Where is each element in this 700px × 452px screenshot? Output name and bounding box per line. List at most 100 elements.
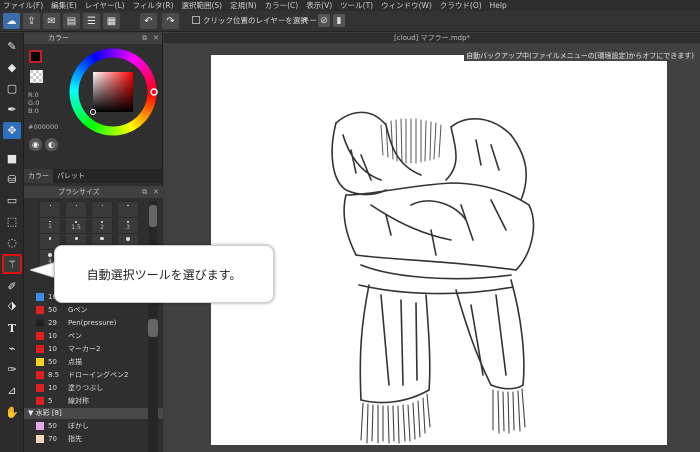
brush-size-value: 2 <box>100 223 104 231</box>
brush-list-item[interactable]: 70 指先 <box>36 433 146 445</box>
toolbar: ☁ ⇪ ✉ ▤ ☰ ▦ ↶ ↷ クリック位置のレイヤーを選択 キー ⊘ ▮ <box>0 11 700 32</box>
brush-size-title: ブラシサイズ <box>58 188 100 196</box>
chat-icon[interactable]: ✉ <box>43 13 60 29</box>
bucket-icon[interactable]: ⛁ <box>3 171 21 188</box>
move-icon[interactable]: ✥ <box>3 122 21 139</box>
brush-list-item[interactable]: 8.5 ドローイングペン2 <box>36 369 146 381</box>
menu-help[interactable]: Help <box>487 0 512 11</box>
close-icon[interactable]: ✕ <box>153 187 159 198</box>
brush-list-item[interactable]: 29 Pen(pressure) <box>36 317 146 329</box>
toggle-icon[interactable]: ▮ <box>333 14 345 27</box>
popout-icon[interactable]: ⧉ <box>142 187 147 198</box>
canvas-area: [cloud] マフラー.mdp* 自動バックアップ中(ファイルメニューの[環境… <box>164 33 700 452</box>
menu-color[interactable]: カラー(C) <box>262 0 304 11</box>
document-tab[interactable]: [cloud] マフラー.mdp* <box>164 33 700 43</box>
brush-name-label: Gペン <box>68 306 88 314</box>
palette-icon[interactable]: ◉ <box>29 138 42 151</box>
brush-list-item[interactable]: 10 マーカー2 <box>36 343 146 355</box>
background-color-swatch[interactable] <box>30 70 43 83</box>
brush-color-swatch <box>36 293 44 301</box>
brush-list-item[interactable]: 50 Gペン <box>36 304 146 316</box>
magic-wand-icon[interactable]: ⚚ <box>2 254 22 274</box>
text-icon[interactable]: T <box>3 320 21 337</box>
pen-icon[interactable]: ✒ <box>3 101 21 118</box>
select-pen-icon[interactable]: ✐ <box>3 278 21 295</box>
click-select-checkbox[interactable] <box>192 16 200 24</box>
key-label: キー <box>302 16 317 25</box>
menu-tool[interactable]: ツール(T) <box>337 0 378 11</box>
swap-icon[interactable]: ◐ <box>45 138 58 151</box>
brush-size-label: 50 <box>48 422 57 430</box>
scarf-sketch <box>331 111 535 444</box>
brush-group-header[interactable]: ▼ 水彩 [8] <box>24 408 163 419</box>
lasso-pointer-icon[interactable]: ⌁ <box>3 340 21 357</box>
brush-name-label: マーカー2 <box>68 345 101 353</box>
tool-palette: ✎ ◆ ▢ ✒ ✥ ■ ⛁ ▭ ⬚ ◌ ⚚ ✐ ⬗ T ⌁ ✑ ⊿ ✋ <box>0 33 24 452</box>
menu-file[interactable]: ファイル(F) <box>0 0 48 11</box>
brush-name-label: 線対称 <box>68 397 89 405</box>
brush-color-swatch <box>36 332 44 340</box>
brush-list-item[interactable]: 10 塗りつぶし <box>36 382 146 394</box>
brush-list-scrollbar[interactable] <box>148 279 158 452</box>
brush-color-swatch <box>36 319 44 327</box>
green-value: G:0 <box>28 99 40 107</box>
brush-color-swatch <box>36 422 44 430</box>
fill-rect-icon[interactable]: ■ <box>3 150 21 167</box>
brush-color-swatch <box>36 435 44 443</box>
menu-bar: ファイル(F) 編集(E) レイヤー(L) フィルタ(R) 選択範囲(S) 定規… <box>0 0 700 11</box>
brush-list-item[interactable]: 50 点描 <box>36 356 146 368</box>
tab-palette[interactable]: パレット <box>53 169 89 183</box>
autosave-notice: 自動バックアップ中(ファイルメニューの[環境設定]からオフにできます) <box>464 51 696 61</box>
menu-window[interactable]: ウィンドウ(W) <box>378 0 437 11</box>
select-eraser-icon[interactable]: ⬗ <box>3 297 21 314</box>
red-value: R:0 <box>28 91 39 99</box>
menu-cloud[interactable]: クラウド(O) <box>437 0 487 11</box>
select-rect-icon[interactable]: ▢ <box>3 80 21 97</box>
brush-list-item[interactable]: 10 ペン <box>36 330 146 342</box>
color-panel: カラー ⧉ ✕ R:0 G:0 B:0 #000000 ◉ ◐ カラー パレット <box>24 33 163 186</box>
color-panel-header: カラー ⧉ ✕ <box>24 33 162 44</box>
brush-color-swatch <box>36 384 44 392</box>
menu-view[interactable]: 表示(V) <box>303 0 337 11</box>
foreground-color-swatch[interactable] <box>29 50 42 63</box>
close-icon[interactable]: ✕ <box>153 33 159 44</box>
eraser-icon[interactable]: ◆ <box>3 59 21 76</box>
color-wheel[interactable] <box>67 46 159 138</box>
brush-size-header: ブラシサイズ ⧉ ✕ <box>24 187 163 198</box>
no-entry-icon[interactable]: ⊘ <box>318 14 330 27</box>
hand-pan-icon[interactable]: ✋ <box>3 404 21 421</box>
popout-icon[interactable]: ⧉ <box>142 33 147 44</box>
brush-name-label: 指先 <box>68 435 82 443</box>
brush-list-item[interactable]: 50 ぼかし <box>36 420 146 432</box>
eyedropper-icon[interactable]: ✑ <box>3 361 21 378</box>
brush-size-value: 3 <box>126 224 130 232</box>
eyedropper-alt-icon[interactable]: ⊿ <box>3 382 21 399</box>
brush-name-label: Pen(pressure) <box>68 319 117 327</box>
grid-icon[interactable]: ▦ <box>103 13 120 29</box>
share-icon[interactable]: ⇪ <box>23 13 40 29</box>
instruction-callout: 自動選択ツールを選びます。 <box>54 245 274 303</box>
tab-color[interactable]: カラー <box>24 169 53 183</box>
brush-size-label: 10 <box>48 384 57 392</box>
brush-color-swatch <box>36 306 44 314</box>
menu-filter[interactable]: フィルタ(R) <box>130 0 179 11</box>
brush-size-label: 50 <box>48 306 57 314</box>
cloud-icon[interactable]: ☁ <box>3 13 20 29</box>
menu-edit[interactable]: 編集(E) <box>48 0 82 11</box>
click-select-label: クリック位置のレイヤーを選択 <box>203 16 308 25</box>
brush-list-item[interactable]: 5 線対称 <box>36 395 146 407</box>
lasso-icon[interactable]: ⬚ <box>3 213 21 230</box>
brush-size-value: 1.5 <box>71 223 81 231</box>
comic-icon[interactable]: ▤ <box>63 13 80 29</box>
redo-icon[interactable]: ↷ <box>162 13 179 29</box>
ellipse-select-icon[interactable]: ◌ <box>3 234 21 251</box>
list-icon[interactable]: ☰ <box>83 13 100 29</box>
undo-icon[interactable]: ↶ <box>140 13 157 29</box>
brush-icon[interactable]: ✎ <box>3 38 21 55</box>
menu-layer[interactable]: レイヤー(L) <box>82 0 130 11</box>
menu-select[interactable]: 選択範囲(S) <box>179 0 228 11</box>
drawing-canvas[interactable] <box>211 55 667 445</box>
hex-value: #000000 <box>28 123 59 131</box>
menu-ruler[interactable]: 定規(N) <box>227 0 261 11</box>
gradient-icon[interactable]: ▭ <box>3 192 21 209</box>
